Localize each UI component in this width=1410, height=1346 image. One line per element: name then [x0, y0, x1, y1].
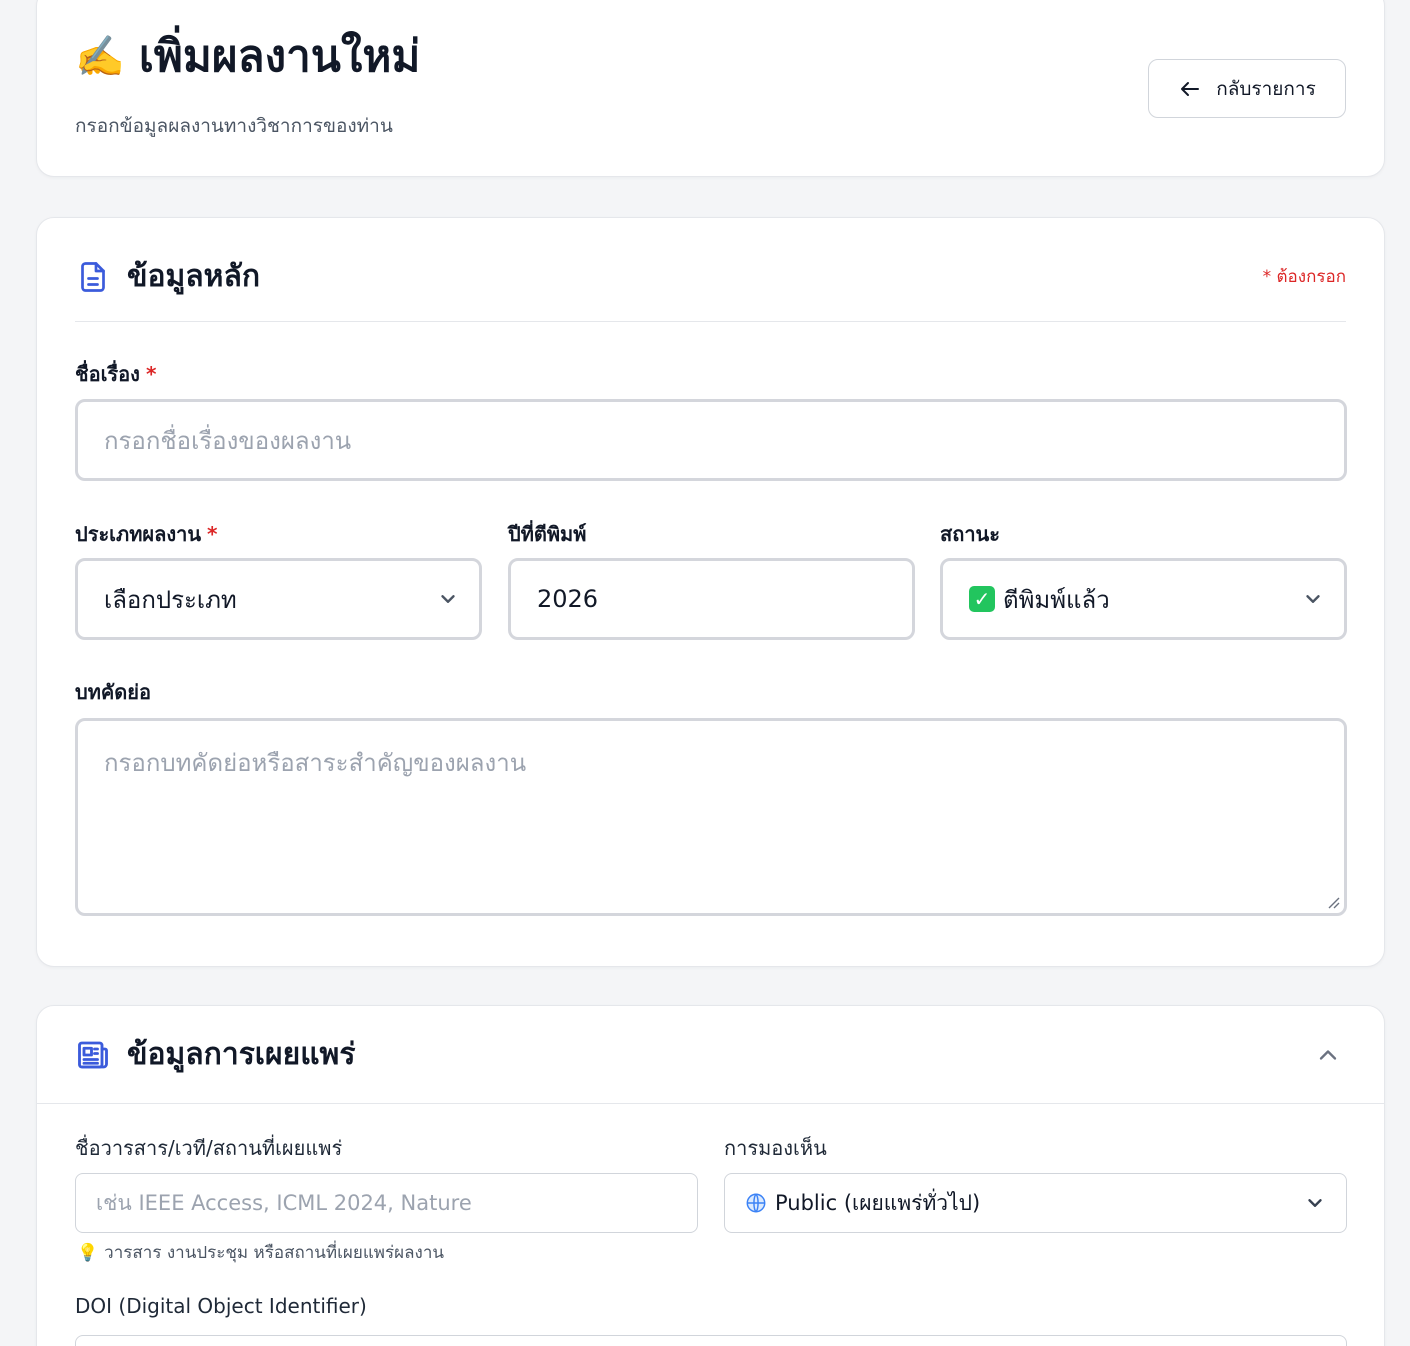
page-header-card: ✍️ เพิ่มผลงานใหม่ กรอกข้อมูลผลงานทางวิชา…: [36, 0, 1385, 177]
venue-field-label: ชื่อวารสาร/เวที/สถานที่เผยแพร่: [75, 1136, 343, 1160]
resize-handle-icon[interactable]: [1324, 893, 1340, 909]
venue-input-placeholder: เช่น IEEE Access, ICML 2024, Nature: [96, 1190, 472, 1215]
main-section-header: ข้อมูลหลัก * ต้องกรอก: [75, 254, 1346, 322]
status-field-label: สถานะ: [940, 522, 1000, 546]
venue-hint: 💡 วารสาร งานประชุม หรือสถานที่เผยแพร่ผลง…: [77, 1239, 444, 1266]
type-select-value: เลือกประเภท: [104, 585, 237, 614]
abstract-textarea[interactable]: กรอกบทคัดย่อหรือสาระสำคัญของผลงาน: [75, 718, 1347, 916]
chevron-up-icon[interactable]: [1314, 1041, 1342, 1069]
title-input-placeholder: กรอกชื่อเรื่องของผลงาน: [104, 426, 352, 455]
type-select[interactable]: เลือกประเภท: [75, 558, 482, 640]
year-input-value: 2026: [537, 585, 599, 613]
type-label-text: ประเภทผลงาน: [75, 522, 202, 546]
check-mark-icon: ✓: [969, 586, 995, 612]
title-field-label: ชื่อเรื่อง *: [75, 358, 156, 390]
page-title: ✍️ เพิ่มผลงานใหม่: [75, 35, 420, 79]
chevron-down-icon: [1306, 595, 1320, 603]
main-info-card: ข้อมูลหลัก * ต้องกรอก ชื่อเรื่อง * กรอกชื…: [36, 217, 1385, 967]
title-label-text: ชื่อเรื่อง: [75, 362, 140, 386]
venue-hint-text: วารสาร งานประชุม หรือสถานที่เผยแพร่ผลงาน: [104, 1243, 444, 1263]
page-title-text: เพิ่มผลงานใหม่: [138, 31, 421, 82]
publication-section-header[interactable]: ข้อมูลการเผยแพร่: [37, 1006, 1384, 1104]
year-field-label: ปีที่ตีพิมพ์: [508, 522, 587, 546]
writing-hand-icon: ✍️: [75, 34, 125, 80]
publication-info-card: ข้อมูลการเผยแพร่ ชื่อวารสาร/เวที/สถานที่…: [36, 1005, 1385, 1346]
globe-icon: [746, 1193, 766, 1213]
page-subtitle: กรอกข้อมูลผลงานทางวิชาการของท่าน: [75, 115, 393, 137]
doi-input[interactable]: [75, 1335, 1347, 1346]
document-icon: [81, 261, 105, 292]
required-star: *: [207, 522, 218, 546]
visibility-select-value: Public (เผยแพร่ทั่วไป): [775, 1190, 981, 1215]
abstract-placeholder: กรอกบทคัดย่อหรือสาระสำคัญของผลงาน: [104, 749, 527, 777]
abstract-field-label: บทคัดย่อ: [75, 680, 151, 704]
newspaper-icon: [78, 1041, 108, 1068]
type-field-label: ประเภทผลงาน *: [75, 518, 218, 550]
year-input[interactable]: 2026: [508, 558, 915, 640]
back-to-list-button[interactable]: กลับรายการ: [1148, 59, 1346, 118]
main-section-title: ข้อมูลหลัก: [127, 259, 261, 294]
visibility-field-label: การมองเห็น: [724, 1136, 827, 1160]
back-button-label: กลับรายการ: [1216, 77, 1316, 100]
chevron-down-icon: [1308, 1199, 1322, 1207]
title-input[interactable]: กรอกชื่อเรื่องของผลงาน: [75, 399, 1347, 481]
venue-input[interactable]: เช่น IEEE Access, ICML 2024, Nature: [75, 1173, 698, 1233]
publication-section-title: ข้อมูลการเผยแพร่: [127, 1037, 356, 1072]
visibility-select[interactable]: Public (เผยแพร่ทั่วไป): [724, 1173, 1347, 1233]
doi-field-label: DOI (Digital Object Identifier): [75, 1294, 367, 1318]
status-select-value: ตีพิมพ์แล้ว: [1003, 585, 1110, 614]
status-select[interactable]: ✓ ตีพิมพ์แล้ว: [940, 558, 1347, 640]
lightbulb-icon: 💡: [77, 1242, 99, 1263]
arrow-left-icon: [1181, 81, 1200, 96]
chevron-down-icon: [441, 595, 455, 603]
required-note: * ต้องกรอก: [1262, 267, 1346, 287]
required-star: *: [145, 362, 157, 386]
